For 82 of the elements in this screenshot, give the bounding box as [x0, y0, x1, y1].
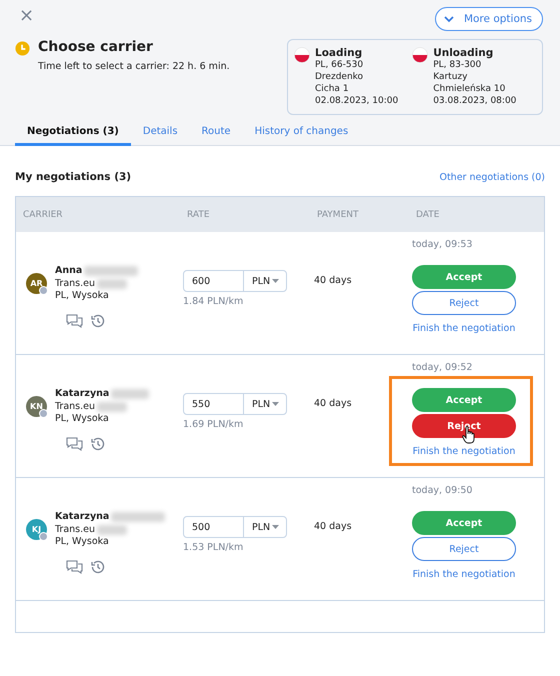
dropdown-arrow-icon [272, 402, 279, 406]
history-icon [91, 314, 105, 328]
status-dot [39, 409, 48, 418]
blurred-text [84, 266, 138, 276]
tab[interactable]: Details [130, 122, 190, 146]
blurred-text [97, 402, 127, 412]
carrier-name: Katarzyna [55, 388, 110, 400]
blurred-text [111, 389, 150, 400]
currency-select[interactable]: PLN [244, 394, 286, 414]
avatar-initials: KN [30, 402, 43, 412]
blurred-text [97, 524, 127, 535]
stop-detail: 02.08.2023, 10:00 [315, 95, 398, 107]
chat-icon [66, 560, 83, 574]
tab[interactable]: Route [190, 122, 243, 146]
flag-icon [412, 47, 428, 63]
rate-per-km: 1.53 PLN/km [183, 542, 244, 553]
stop-detail: PL, 83-300 [433, 59, 482, 71]
reject-button[interactable]: Reject [412, 291, 516, 315]
clock-icon [15, 41, 30, 56]
carrier-location: PL, Wysoka [55, 536, 109, 547]
rate-per-km: 1.84 PLN/km [183, 296, 244, 307]
rate-field[interactable]: 600 PLN [183, 270, 287, 292]
company-name: Trans.eu [55, 278, 95, 290]
payment-term: 40 days [314, 275, 352, 286]
time-left-text: Time left to select a carrier: 22 h. 6 min. [38, 61, 230, 72]
chat-icon [66, 314, 83, 328]
flag-icon [294, 47, 310, 63]
carrier-location: PL, Wysoka [55, 290, 109, 301]
column-header: DATE [415, 210, 440, 220]
column-header: RATE [186, 210, 211, 220]
close-button[interactable]: × [15, 7, 38, 25]
rate-field[interactable]: 550 PLN [183, 393, 287, 415]
company-name: Trans.eu [55, 400, 95, 413]
stop-detail: Cicha 1 [315, 83, 350, 95]
stop-label: Loading [315, 47, 364, 59]
payment-term: 40 days [314, 521, 352, 532]
tab[interactable]: Negotiations (3) [15, 122, 131, 146]
stop-detail: Kartuzy [433, 71, 468, 83]
status-dot [39, 286, 48, 296]
dropdown-arrow-icon [272, 279, 279, 283]
reject-button[interactable]: Reject [412, 414, 516, 438]
finish-negotiation-link[interactable]: Finish the negotiation [412, 323, 516, 334]
carrier-name: Anna [55, 265, 82, 278]
stop-detail: Chmieleńska 10 [433, 83, 506, 95]
other-negotiations-link[interactable]: Other negotiations (0) [439, 172, 545, 182]
section-title: My negotiations (3) [15, 171, 132, 183]
avatar-initials: KJ [32, 525, 42, 534]
tab[interactable]: History of changes [242, 122, 360, 146]
accept-button[interactable]: Accept [412, 265, 516, 289]
carrier-name: Katarzyna [55, 511, 110, 524]
payment-term: 40 days [314, 398, 352, 409]
accept-button[interactable]: Accept [412, 388, 516, 412]
column-header: PAYMENT [316, 210, 360, 220]
stop-detail: PL, 66-530 [315, 59, 364, 71]
blurred-text [97, 278, 127, 289]
dropdown-arrow-icon [272, 525, 279, 529]
history-icon [91, 560, 105, 574]
currency-select[interactable]: PLN [244, 271, 286, 291]
rate-per-km: 1.69 PLN/km [183, 419, 244, 430]
reject-button[interactable]: Reject [412, 537, 516, 561]
offer-date: today, 09:53 [412, 239, 472, 250]
chevron-down-icon [444, 16, 454, 22]
dialog-title: Choose carrier [38, 39, 154, 55]
history-icon [91, 437, 105, 451]
company-name: Trans.eu [55, 524, 95, 536]
blurred-text [111, 512, 166, 522]
stop-detail: 03.08.2023, 08:00 [433, 95, 516, 107]
status-dot [39, 532, 48, 542]
accept-button[interactable]: Accept [412, 511, 516, 535]
finish-negotiation-link[interactable]: Finish the negotiation [412, 446, 516, 457]
avatar-initials: AR [30, 279, 43, 288]
rate-field[interactable]: 500 PLN [183, 516, 287, 538]
stop-label: Unloading [433, 47, 494, 59]
carrier-location: PL, Wysoka [55, 413, 109, 424]
offer-date: today, 09:52 [412, 362, 472, 373]
currency-select[interactable]: PLN [244, 517, 286, 537]
chat-icon [66, 436, 83, 452]
stop-detail: Drezdenko [315, 71, 364, 83]
offer-date: today, 09:50 [412, 485, 472, 496]
finish-negotiation-link[interactable]: Finish the negotiation [412, 569, 516, 580]
column-header: CARRIER [22, 210, 64, 220]
more-options-button[interactable]: More options [434, 7, 543, 31]
